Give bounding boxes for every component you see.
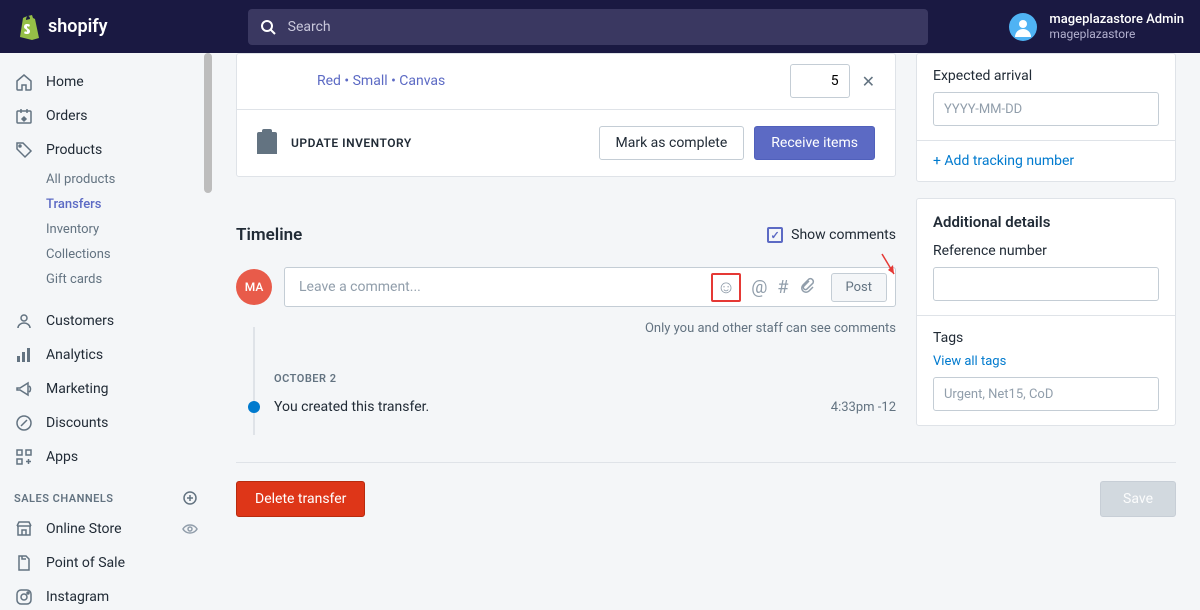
attachment-icon[interactable] [799, 277, 815, 298]
additional-details-heading: Additional details [933, 213, 1159, 231]
avatar [1009, 13, 1037, 41]
emoji-icon[interactable]: ☺ [717, 277, 735, 298]
scrollbar[interactable] [204, 53, 212, 193]
logo[interactable]: shopify [16, 13, 108, 41]
comment-visibility-note: Only you and other staff can see comment… [236, 307, 896, 344]
details-card: Additional details Reference number Tags… [916, 198, 1176, 426]
nav-customers[interactable]: Customers [0, 304, 212, 338]
post-button[interactable]: Post [831, 273, 888, 302]
reference-label: Reference number [933, 243, 1159, 259]
nav-pos[interactable]: Point of Sale [0, 546, 212, 580]
nav-marketing[interactable]: Marketing [0, 372, 212, 406]
search-icon [260, 19, 276, 35]
store-name: mageplazastore [1049, 27, 1184, 41]
receive-items-button[interactable]: Receive items [754, 126, 875, 160]
timeline: MA ☺ @ # Post Only you and [236, 267, 896, 435]
user-menu[interactable]: mageplazastore Admin mageplazastore [1009, 12, 1184, 41]
remove-item-icon[interactable]: ✕ [862, 72, 875, 91]
timeline-line [253, 327, 255, 435]
reference-input[interactable] [933, 267, 1159, 301]
shipment-card: Expected arrival + Add tracking number [916, 53, 1176, 182]
timeline-dot [248, 401, 260, 413]
brand-text: shopify [48, 16, 108, 37]
nav-products[interactable]: Products [0, 133, 212, 167]
nav-discounts[interactable]: Discounts [0, 406, 212, 440]
marketing-icon [14, 379, 34, 399]
nav-transfers[interactable]: Transfers [0, 192, 212, 217]
user-name: mageplazastore Admin [1049, 12, 1184, 27]
quantity-input[interactable] [790, 64, 850, 98]
update-inventory-label: UPDATE INVENTORY [291, 136, 412, 150]
pos-icon [14, 553, 34, 573]
nav-collections[interactable]: Collections [0, 242, 212, 267]
checkbox-icon: ✓ [767, 227, 783, 243]
mention-icon[interactable]: @ [751, 277, 767, 298]
eye-icon[interactable] [182, 521, 198, 537]
instagram-icon [14, 587, 34, 607]
nav-online-store[interactable]: Online Store [0, 512, 212, 546]
nav-apps[interactable]: Apps [0, 440, 212, 474]
topbar: shopify mageplazastore Admin mageplazast… [0, 0, 1200, 53]
view-all-tags-link[interactable]: View all tags [933, 354, 1159, 369]
nav-gift-cards[interactable]: Gift cards [0, 267, 212, 292]
nav-orders[interactable]: Orders [0, 99, 212, 133]
variant-link[interactable]: Red • Small • Canvas [317, 73, 445, 89]
nav-home[interactable]: Home [0, 65, 212, 99]
add-tracking-link[interactable]: + Add tracking number [917, 140, 1175, 181]
nav-inventory[interactable]: Inventory [0, 217, 212, 242]
delete-transfer-button[interactable]: Delete transfer [236, 481, 365, 517]
apps-icon [14, 447, 34, 467]
tags-input[interactable] [933, 377, 1159, 411]
nav-instagram[interactable]: Instagram [0, 580, 212, 610]
store-icon [14, 519, 34, 539]
tags-label: Tags [933, 330, 1159, 346]
hashtag-icon[interactable]: # [777, 277, 788, 298]
search-input[interactable] [248, 9, 928, 45]
mark-complete-button[interactable]: Mark as complete [599, 126, 745, 160]
expected-arrival-input[interactable] [933, 92, 1159, 126]
main-content: Red • Small • Canvas ✕ UPDATE INVENTORY … [212, 53, 1200, 610]
products-icon [14, 140, 34, 160]
timeline-title: Timeline [236, 225, 302, 245]
page-footer: Delete transfer Save [236, 462, 1176, 517]
comment-input[interactable] [285, 279, 711, 295]
timeline-date: OCTOBER 2 [274, 372, 896, 385]
clipboard-icon [257, 132, 277, 154]
show-comments-toggle[interactable]: ✓ Show comments [767, 227, 896, 243]
expected-arrival-label: Expected arrival [933, 68, 1159, 84]
add-channel-icon[interactable] [182, 490, 198, 506]
orders-icon [14, 106, 34, 126]
sidebar: Home Orders Products All products Transf… [0, 53, 212, 610]
save-button[interactable]: Save [1100, 481, 1176, 517]
nav-all-products[interactable]: All products [0, 167, 212, 192]
nav-analytics[interactable]: Analytics [0, 338, 212, 372]
analytics-icon [14, 345, 34, 365]
shopify-icon [16, 13, 40, 41]
customers-icon [14, 311, 34, 331]
timeline-event: You created this transfer. 4:33pm -12 [236, 399, 896, 415]
home-icon [14, 72, 34, 92]
user-initials-badge: MA [236, 269, 272, 305]
discounts-icon [14, 413, 34, 433]
sales-channels-heading: SALES CHANNELS [0, 474, 212, 512]
items-card: Red • Small • Canvas ✕ UPDATE INVENTORY … [236, 53, 896, 177]
